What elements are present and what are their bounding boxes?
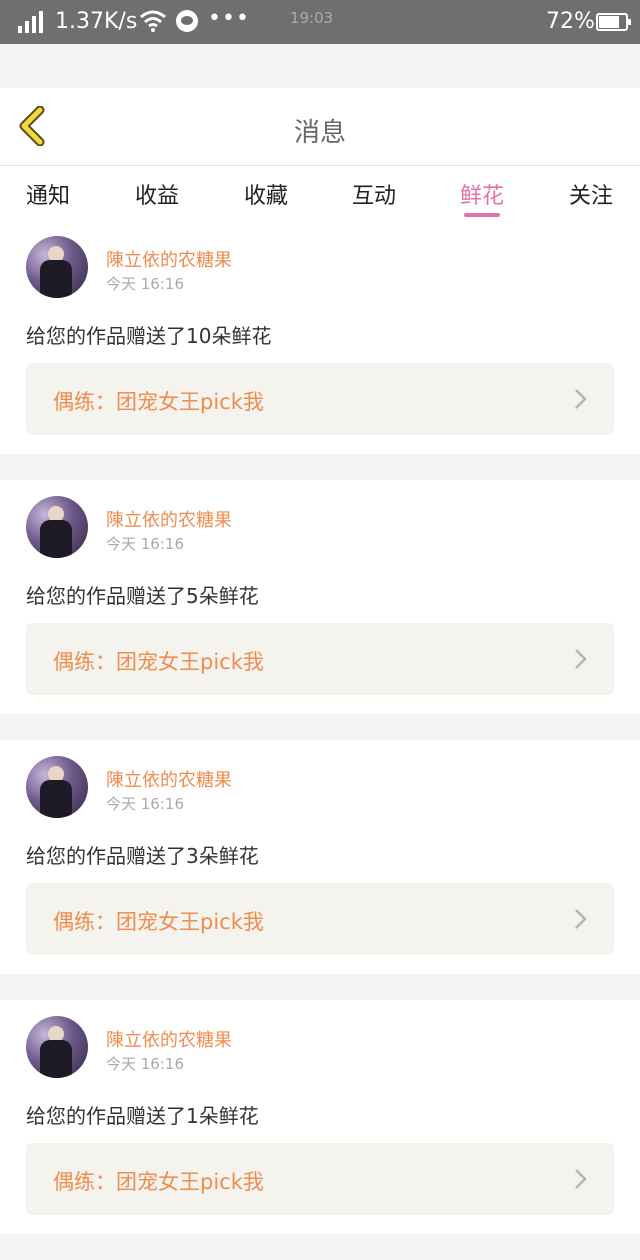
notification-message: 给您的作品赠送了3朵鲜花 bbox=[26, 844, 259, 868]
chevron-right-icon bbox=[575, 389, 587, 409]
tab-label: 互动 bbox=[351, 184, 396, 209]
work-link[interactable]: 偶练：团宠女王pick我 bbox=[26, 363, 614, 435]
battery-percentage: 72% bbox=[546, 9, 595, 34]
notification-card: 陳立依的农糖果 今天 16:16 给您的作品赠送了3朵鲜花 偶练：团宠女王pic… bbox=[0, 740, 640, 974]
timestamp: 今天 16:16 bbox=[106, 795, 184, 813]
avatar[interactable] bbox=[26, 496, 88, 558]
chevron-right-icon bbox=[575, 909, 587, 929]
tab-label: 收益 bbox=[134, 184, 179, 209]
work-title: 偶练：团宠女王pick我 bbox=[53, 1170, 264, 1194]
notification-card: 陳立依的农糖果 今天 16:16 给您的作品赠送了10朵鲜花 偶练：团宠女王pi… bbox=[0, 220, 640, 454]
username[interactable]: 陳立依的农糖果 bbox=[106, 246, 232, 272]
tab-notice[interactable]: 通知 bbox=[13, 178, 83, 210]
network-speed: 1.37K/s bbox=[55, 9, 138, 34]
tab-label: 收藏 bbox=[243, 184, 288, 209]
work-title: 偶练：团宠女王pick我 bbox=[53, 650, 264, 674]
signal-icon bbox=[18, 11, 46, 33]
work-link[interactable]: 偶练：团宠女王pick我 bbox=[26, 623, 614, 695]
active-tab-indicator bbox=[464, 213, 500, 217]
tab-flowers[interactable]: 鲜花 bbox=[447, 178, 517, 217]
notification-card: 陳立依的农糖果 今天 16:16 给您的作品赠送了1朵鲜花 偶练：团宠女王pic… bbox=[0, 1000, 640, 1234]
tab-interactions[interactable]: 互动 bbox=[339, 178, 409, 210]
more-dots-icon: ••• bbox=[208, 6, 250, 31]
tab-earnings[interactable]: 收益 bbox=[122, 178, 192, 210]
notification-card: 陳立依的农糖果 今天 16:16 给您的作品赠送了5朵鲜花 偶练：团宠女王pic… bbox=[0, 480, 640, 714]
wifi-icon bbox=[140, 10, 166, 32]
username[interactable]: 陳立依的农糖果 bbox=[106, 506, 232, 532]
tab-favorites[interactable]: 收藏 bbox=[231, 178, 301, 210]
notification-message: 给您的作品赠送了1朵鲜花 bbox=[26, 1104, 259, 1128]
timestamp: 今天 16:16 bbox=[106, 275, 184, 293]
notification-list: 陳立依的农糖果 今天 16:16 给您的作品赠送了10朵鲜花 偶练：团宠女王pi… bbox=[0, 220, 640, 1260]
work-title: 偶练：团宠女王pick我 bbox=[53, 910, 264, 934]
timestamp: 今天 16:16 bbox=[106, 1055, 184, 1073]
work-link[interactable]: 偶练：团宠女王pick我 bbox=[26, 883, 614, 955]
timestamp: 今天 16:16 bbox=[106, 535, 184, 553]
tab-following[interactable]: 关注 bbox=[556, 178, 626, 210]
avatar[interactable] bbox=[26, 1016, 88, 1078]
tab-bar: 通知 收益 收藏 互动 鲜花 关注 bbox=[0, 166, 640, 220]
top-spacer bbox=[0, 44, 640, 88]
avatar[interactable] bbox=[26, 756, 88, 818]
clock: 19:03 bbox=[290, 9, 334, 27]
chevron-right-icon bbox=[575, 649, 587, 669]
avatar[interactable] bbox=[26, 236, 88, 298]
notification-message: 给您的作品赠送了10朵鲜花 bbox=[26, 324, 272, 348]
navigation-bar: 消息 bbox=[0, 88, 640, 166]
username[interactable]: 陳立依的农糖果 bbox=[106, 1026, 232, 1052]
tab-label: 通知 bbox=[25, 184, 70, 209]
username[interactable]: 陳立依的农糖果 bbox=[106, 766, 232, 792]
app-notification-icon bbox=[176, 10, 198, 32]
tab-label: 鲜花 bbox=[459, 184, 504, 209]
work-link[interactable]: 偶练：团宠女王pick我 bbox=[26, 1143, 614, 1215]
chevron-right-icon bbox=[575, 1169, 587, 1189]
battery-icon bbox=[596, 13, 631, 31]
work-title: 偶练：团宠女王pick我 bbox=[53, 390, 264, 414]
notification-message: 给您的作品赠送了5朵鲜花 bbox=[26, 584, 259, 608]
page-title: 消息 bbox=[293, 118, 346, 148]
status-bar: 1.37K/s ••• 19:03 72% bbox=[0, 0, 640, 44]
tab-label: 关注 bbox=[568, 184, 613, 209]
